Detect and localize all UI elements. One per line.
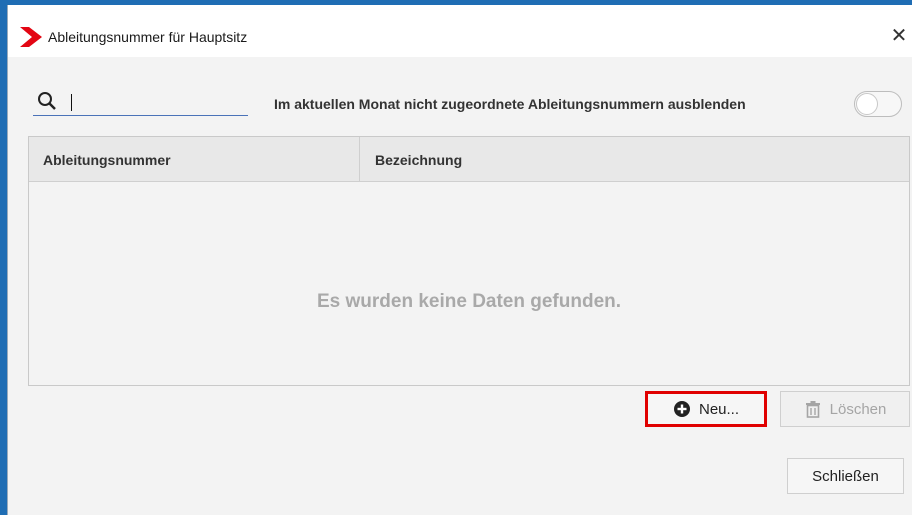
- new-button[interactable]: Neu...: [645, 391, 767, 427]
- empty-state-message: Es wurden keine Daten gefunden.: [316, 291, 622, 312]
- toggle-knob: [856, 93, 878, 115]
- table-header: Ableitungsnummer Bezeichnung: [29, 137, 909, 182]
- column-header-bezeichnung[interactable]: Bezeichnung: [375, 152, 462, 168]
- text-caret: [71, 94, 72, 111]
- close-icon[interactable]: ✕: [888, 25, 910, 47]
- delete-button[interactable]: Löschen: [780, 391, 910, 427]
- close-button[interactable]: Schließen: [787, 458, 904, 494]
- column-header-ableitungsnummer[interactable]: Ableitungsnummer: [43, 152, 171, 168]
- title-bar: Ableitungsnummer für Hauptsitz ✕: [8, 5, 912, 57]
- search-icon: [38, 92, 56, 110]
- plus-circle-icon: [673, 401, 690, 417]
- red-arrow-logo-icon: [20, 27, 42, 47]
- new-button-label: Neu...: [698, 400, 740, 418]
- hide-unassigned-toggle[interactable]: [854, 91, 902, 117]
- dialog-window: Ableitungsnummer für Hauptsitz ✕ Im aktu…: [7, 5, 912, 515]
- delete-button-label: Löschen: [829, 400, 887, 418]
- dialog-title: Ableitungsnummer für Hauptsitz: [48, 29, 248, 45]
- column-divider: [359, 137, 360, 182]
- trash-icon: [805, 401, 820, 418]
- hide-unassigned-label: Im aktuellen Monat nicht zugeordnete Abl…: [274, 96, 746, 112]
- search-field[interactable]: [33, 89, 248, 116]
- search-input[interactable]: [59, 89, 248, 115]
- derivation-numbers-table: Ableitungsnummer Bezeichnung Es wurden k…: [28, 136, 910, 386]
